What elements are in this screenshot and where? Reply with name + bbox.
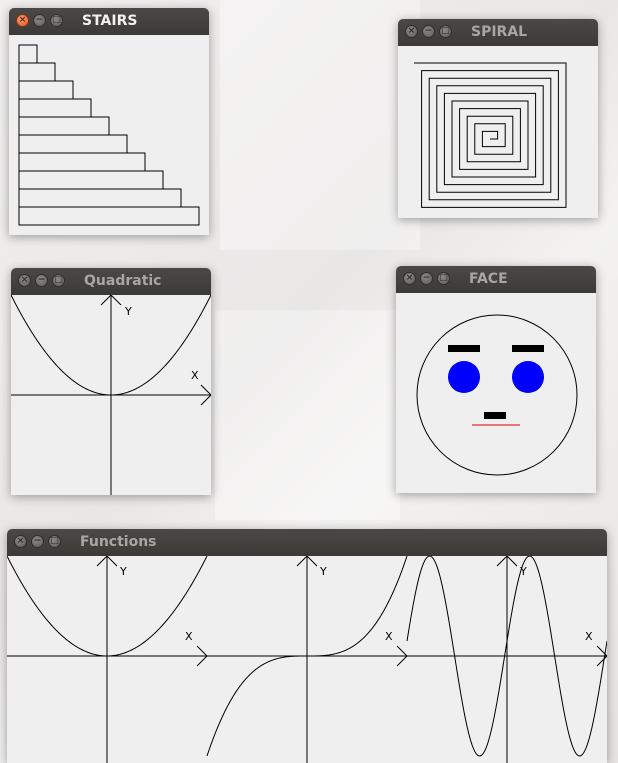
left-eyebrow (448, 345, 480, 352)
stair-step (18, 62, 56, 82)
maximize-button[interactable]: □ (437, 272, 450, 285)
spiral-canvas (398, 46, 598, 218)
stair-step (18, 152, 146, 172)
stair-step (18, 188, 182, 208)
x-axis-label: X (185, 630, 193, 643)
window-title: Quadratic (84, 273, 162, 289)
minimize-button[interactable]: − (35, 274, 48, 287)
face-outline (416, 314, 578, 476)
stair-step (18, 44, 38, 64)
right-eyebrow (512, 345, 544, 352)
quadratic-plot: Y X (11, 295, 211, 495)
right-cheek (512, 361, 544, 393)
quadratic-window[interactable]: × − □ Quadratic Y X (11, 268, 211, 495)
window-title: SPIRAL (471, 24, 528, 40)
left-cheek (448, 361, 480, 393)
nose (484, 412, 506, 419)
functions-plot: Y X Y X Y X (7, 556, 607, 763)
stairs-window[interactable]: × − □ STAIRS (9, 8, 209, 235)
face-drawing (416, 314, 578, 476)
quadratic-titlebar[interactable]: × − □ Quadratic (11, 268, 211, 295)
minimize-button[interactable]: − (33, 14, 46, 27)
close-button[interactable]: × (403, 272, 416, 285)
stair-step (18, 98, 92, 118)
y-axis-label: Y (319, 565, 327, 578)
desktop-backdrop-panel (220, 0, 420, 250)
maximize-button[interactable]: □ (52, 274, 65, 287)
stairs-canvas (9, 35, 209, 235)
minimize-button[interactable]: − (31, 535, 44, 548)
close-button[interactable]: × (405, 25, 418, 38)
close-button[interactable]: × (14, 535, 27, 548)
functions-window[interactable]: × − □ Functions Y X Y X Y X (7, 529, 607, 763)
stair-step (18, 170, 164, 190)
quadratic-canvas: Y X (11, 295, 211, 495)
functions-titlebar[interactable]: × − □ Functions (7, 529, 607, 556)
spiral-window[interactable]: × − □ SPIRAL (398, 19, 598, 218)
x-axis-label: X (585, 630, 593, 643)
y-axis-label: Y (124, 305, 132, 318)
stair-step (18, 80, 74, 100)
y-axis-label: Y (119, 565, 127, 578)
face-window[interactable]: × − □ FACE (396, 266, 596, 493)
x-axis-label: X (191, 369, 199, 382)
desktop-backdrop-panel (215, 310, 400, 520)
maximize-button[interactable]: □ (50, 14, 63, 27)
maximize-button[interactable]: □ (439, 25, 452, 38)
stair-step (18, 206, 200, 226)
stair-step (18, 116, 110, 136)
stair-step (18, 134, 128, 154)
window-title: FACE (469, 271, 508, 287)
functions-canvas: Y X Y X Y X (7, 556, 607, 763)
spiral-titlebar[interactable]: × − □ SPIRAL (398, 19, 598, 46)
stairs-titlebar[interactable]: × − □ STAIRS (9, 8, 209, 35)
window-title: Functions (80, 534, 157, 550)
stairs-drawing (18, 44, 200, 226)
maximize-button[interactable]: □ (48, 535, 61, 548)
close-button[interactable]: × (16, 14, 29, 27)
x-axis-label: X (385, 630, 393, 643)
face-canvas (396, 293, 596, 493)
minimize-button[interactable]: − (422, 25, 435, 38)
window-title: STAIRS (82, 13, 138, 29)
face-titlebar[interactable]: × − □ FACE (396, 266, 596, 293)
spiral-drawing (414, 62, 567, 208)
close-button[interactable]: × (18, 274, 31, 287)
minimize-button[interactable]: − (420, 272, 433, 285)
spiral-path (414, 62, 567, 208)
